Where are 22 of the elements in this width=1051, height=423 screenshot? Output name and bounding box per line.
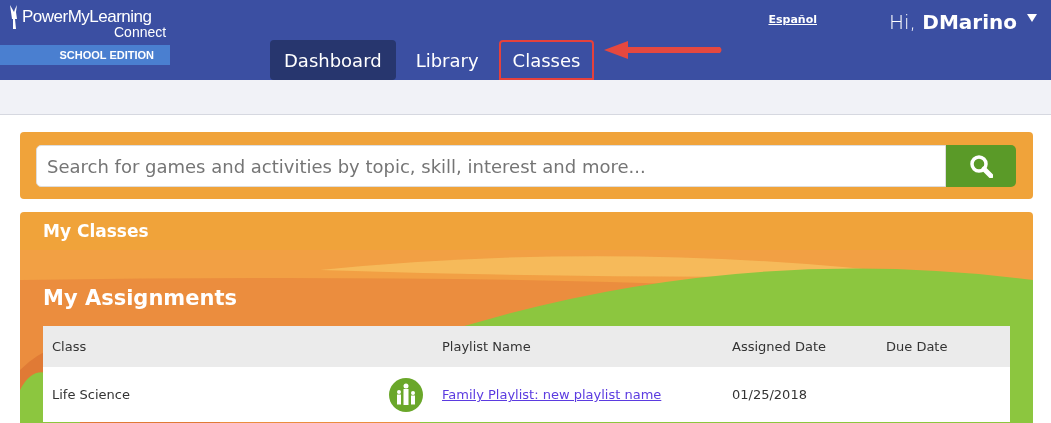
search-field[interactable]: Search for games and activities by topic, skill, interest and more... xyxy=(36,145,946,187)
column-header: Playlist Name xyxy=(442,339,532,354)
nav-tab[interactable]: Dashboard xyxy=(270,40,396,80)
logo-product: Connect xyxy=(114,24,167,40)
nav-tab[interactable]: Library xyxy=(401,40,493,80)
table-cell-text: 01/25/2018 xyxy=(732,387,808,402)
nav-tab[interactable]: Classes xyxy=(498,40,595,80)
playlist-link[interactable]: Family Playlist: new playlist name xyxy=(442,387,732,402)
search-icon[interactable] xyxy=(969,154,993,178)
section-heading: My Assignments xyxy=(42,285,238,312)
table-cell-text: Life Science xyxy=(52,387,131,402)
search-button[interactable] xyxy=(946,145,1016,187)
column-header: Assigned Date xyxy=(732,339,827,354)
language-link[interactable]: Español xyxy=(768,13,817,26)
family-icon xyxy=(389,377,423,412)
edition-ribbon: SCHOOL EDITION xyxy=(0,45,170,65)
caret-icon[interactable] xyxy=(1027,14,1037,22)
column-header: Class xyxy=(52,339,88,354)
logo-name: PowerMyLearning xyxy=(22,7,152,27)
user-greeting[interactable]: Hi, DMarino xyxy=(889,10,1017,34)
column-header: Due Date xyxy=(886,339,949,354)
panel-title: My Classes xyxy=(20,212,1033,250)
